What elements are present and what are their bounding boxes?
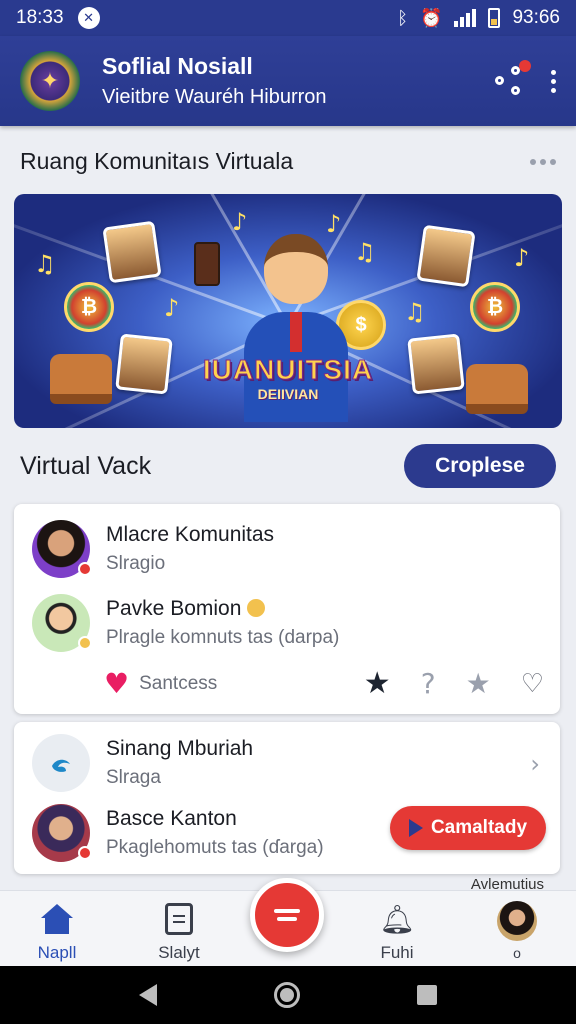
- status-time-right: 93:66: [512, 7, 560, 28]
- croplese-button[interactable]: Croplese: [404, 444, 556, 488]
- list-item-title: Sinang Mburiah: [106, 737, 254, 760]
- play-button-label: Camaltady: [430, 817, 528, 838]
- nav-item-home[interactable]: Napll: [12, 901, 102, 963]
- notification-dot: [519, 60, 531, 72]
- avatar: [32, 594, 92, 652]
- nav-item-document[interactable]: Slalyt: [134, 901, 224, 963]
- app-title: Soflial Nosiall: [102, 53, 253, 79]
- action-row: ♥ Santcess ★ ? ★ ♡: [104, 666, 544, 701]
- heart-outline-icon[interactable]: ♡: [521, 669, 544, 699]
- list-item[interactable]: Sinang Mburiah Slraga: [32, 734, 253, 792]
- bluetooth-icon: ᛒ: [397, 7, 409, 29]
- list-item-subtitle: Pkaglehomuts tas (ɗarga): [106, 837, 324, 858]
- recent-apps-icon[interactable]: [417, 985, 438, 1005]
- nav-label: Slalyt: [158, 943, 200, 962]
- heart-filled-icon[interactable]: ♥: [104, 667, 129, 700]
- more-options-icon[interactable]: [551, 69, 556, 93]
- avatar: [32, 734, 90, 792]
- signal-icon: [454, 9, 477, 27]
- banner-photo: [102, 220, 162, 284]
- list-item-title-text: Pavke Bomion: [106, 597, 242, 620]
- banner-title: IUANUITSIA: [202, 354, 374, 386]
- star-filled-icon[interactable]: ★: [364, 666, 391, 701]
- alarm-icon: ⏰: [420, 7, 443, 29]
- section-title: Ruang Komunitaıs Virtuala: [20, 148, 294, 174]
- star-outline-icon[interactable]: ★: [466, 667, 491, 700]
- app-subtitle: Vieitbre Wauréh Hiburron: [102, 86, 327, 108]
- list-item-title: Basce Kanton: [106, 807, 237, 830]
- profile-avatar: [497, 901, 537, 941]
- nav-label: Napll: [37, 943, 77, 962]
- music-note-icon: ♫: [404, 298, 426, 326]
- list-item-subtitle: Slragio: [106, 553, 166, 574]
- compose-fab-button[interactable]: [250, 878, 324, 952]
- bell-icon: 🔔︎: [379, 902, 415, 936]
- list-item-subtitle: Slraga: [106, 767, 161, 788]
- music-note-icon: ♪: [514, 244, 530, 272]
- community-card: Mlacre Komunitas Slragio Pavke Bomion Pl…: [14, 504, 560, 714]
- nav-item-profile[interactable]: o: [472, 901, 562, 961]
- list-item-title: Pavke Bomion: [106, 597, 339, 621]
- app-notification-icon: ✕: [77, 7, 100, 29]
- back-icon[interactable]: [138, 984, 157, 1006]
- share-icon[interactable]: [495, 60, 531, 96]
- virtual-row: Virtual Vack Croplese: [20, 444, 556, 488]
- home-button-icon[interactable]: [273, 982, 300, 1008]
- home-icon: [41, 904, 73, 934]
- list-item-title: Mlacre Komunitas: [106, 523, 275, 546]
- nav-label: Fuhi: [380, 943, 414, 962]
- coin-icon: ₿: [470, 282, 520, 332]
- virtual-label: Virtual Vack: [20, 451, 152, 480]
- community-card: Sinang Mburiah Slraga › Basce Kanton Pka…: [14, 722, 560, 874]
- phone-illustration: [194, 242, 220, 286]
- status-time: 18:33: [16, 7, 64, 28]
- system-navigation-bar: [0, 966, 576, 1024]
- section-header: Ruang Komunitaıs Virtuala: [20, 148, 556, 175]
- banner-subtitle: DEIIVIAN: [257, 386, 319, 402]
- action-label: Santcess: [139, 672, 218, 694]
- play-icon: [408, 819, 423, 837]
- avatar: [32, 804, 92, 862]
- nav-item-notifications[interactable]: 🔔︎ Fuhi: [352, 901, 442, 963]
- list-item[interactable]: Mlacre Komunitas Slragio: [32, 520, 274, 578]
- chevron-right-icon[interactable]: ›: [530, 750, 540, 778]
- wave-logo-icon: [52, 759, 70, 772]
- status-badge: [78, 846, 92, 860]
- coin-icon: ₿: [64, 282, 114, 332]
- status-badge: [78, 636, 92, 650]
- document-icon: [165, 903, 193, 935]
- emoji-icon: [247, 599, 266, 617]
- music-note-icon: ♪: [164, 294, 180, 322]
- avatar: [32, 520, 92, 578]
- status-badge: [78, 562, 92, 576]
- app-logo: ✦: [20, 51, 80, 111]
- list-item-subtitle: Plragle komnuts tas (darpa): [106, 627, 340, 648]
- music-note-icon: ♫: [354, 238, 376, 266]
- banner-photo: [416, 224, 476, 288]
- battery-icon: [488, 8, 501, 28]
- list-item[interactable]: Pavke Bomion Plragle komnuts tas (darpa): [32, 594, 339, 652]
- app-header: ✦ Soflial Nosiall Vieitbre Wauréh Hiburr…: [0, 36, 576, 126]
- question-icon[interactable]: ?: [421, 667, 436, 700]
- list-item[interactable]: Basce Kanton Pkaglehomuts tas (ɗarga): [32, 804, 324, 862]
- more-horizontal-icon[interactable]: [530, 158, 556, 165]
- music-note-icon: ♫: [34, 250, 56, 278]
- play-button[interactable]: Camaltady: [390, 806, 546, 850]
- status-bar: 18:33 ✕ ᛒ ⏰ 93:66: [0, 0, 576, 36]
- nav-label: o: [513, 945, 521, 961]
- community-banner[interactable]: ₿ ₿ $ ♫ ♪ ♪ ♫ ♪ ♫ ♪ IUANUITSIA DEIIVIAN: [14, 194, 562, 428]
